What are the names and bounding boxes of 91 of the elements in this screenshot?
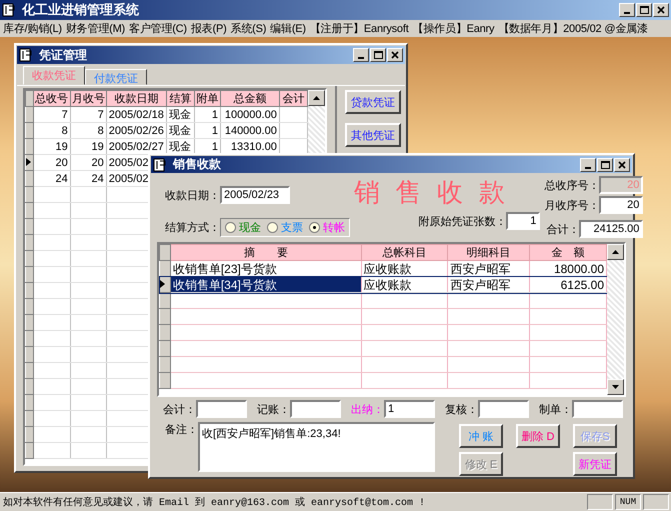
column-header[interactable]: 附单 bbox=[194, 90, 220, 106]
table-cell: 8 bbox=[70, 122, 106, 138]
session-info: 【操作员】Eanry bbox=[412, 22, 494, 36]
field-label: 复核： bbox=[445, 402, 478, 416]
table-cell: 2005/02/26 bbox=[106, 122, 167, 138]
menu-item[interactable]: 库存/购销(L) bbox=[3, 21, 62, 36]
table-cell: 应收账款 bbox=[361, 276, 448, 293]
table-cell: 现金 bbox=[166, 106, 194, 122]
menu-item[interactable]: 客户管理(C) bbox=[129, 21, 187, 36]
column-header[interactable]: 总金额 bbox=[220, 90, 280, 106]
field-label: 制单： bbox=[539, 402, 572, 416]
scroll-up-icon[interactable] bbox=[612, 250, 619, 254]
status-message: 如对本软件有任何意见或建议，请 Email 到 eanry@163.com 或 eanrysoft@tom.com ! bbox=[3, 496, 426, 509]
signature-field[interactable] bbox=[572, 400, 623, 418]
table-cell: 20 bbox=[33, 154, 70, 170]
field-label: 结算方式： bbox=[165, 220, 220, 236]
session-info: 【注册于】Eanrysoft bbox=[310, 22, 409, 36]
table-cell: 8 bbox=[33, 122, 70, 138]
table-cell: 24 bbox=[33, 170, 70, 186]
serial-field[interactable]: 20 bbox=[599, 196, 644, 214]
field-label: 收款日期： bbox=[165, 188, 220, 203]
field-label: 备注： bbox=[165, 422, 198, 437]
column-header[interactable]: 明细科目 bbox=[448, 244, 530, 261]
table-cell: 西安卢昭军 bbox=[448, 260, 530, 277]
field-label: 出纳： bbox=[351, 402, 384, 416]
table-cell: 7 bbox=[70, 106, 106, 122]
maximize-icon[interactable] bbox=[597, 158, 613, 172]
voucher-type-button[interactable]: 贷款凭证 bbox=[345, 90, 401, 114]
close-icon[interactable] bbox=[653, 3, 669, 17]
column-header[interactable]: 总收号 bbox=[33, 90, 70, 106]
session-info: 【数据年月】2005/02 @金属漆 bbox=[498, 22, 648, 36]
field-label: 附原始凭证张数： bbox=[418, 214, 506, 229]
app-title: 化工业进销管理系统 bbox=[22, 1, 140, 19]
table-cell: 24 bbox=[70, 170, 106, 186]
window-title: 销售收款 bbox=[173, 156, 222, 174]
column-header[interactable]: 摘 要 bbox=[170, 244, 362, 261]
table-cell: 1 bbox=[194, 106, 220, 122]
column-header[interactable]: 月收号 bbox=[70, 90, 106, 106]
notes-field[interactable]: 收[西安卢昭军]销售单:23,34! bbox=[198, 422, 435, 472]
scroll-down-icon[interactable] bbox=[612, 385, 619, 389]
table-cell: 20 bbox=[70, 154, 106, 170]
maximize-icon[interactable] bbox=[636, 3, 652, 17]
column-header[interactable]: 总帐科目 bbox=[361, 244, 448, 261]
close-icon[interactable] bbox=[387, 48, 403, 62]
table-cell: 西安卢昭军 bbox=[448, 276, 530, 293]
form-heading: 销售收款 bbox=[354, 178, 520, 208]
total-field[interactable]: 24125.00 bbox=[579, 220, 644, 238]
attachments-field[interactable]: 1 bbox=[506, 212, 540, 230]
field-label: 记账： bbox=[257, 402, 290, 416]
table-cell: 现金 bbox=[166, 122, 194, 138]
field-label: 总收序号： bbox=[544, 178, 600, 193]
status-panel: NUM bbox=[615, 494, 641, 510]
field-label: 会计： bbox=[163, 402, 196, 416]
field-label: 合计： bbox=[546, 222, 580, 237]
signature-field[interactable] bbox=[290, 400, 341, 418]
table-cell: 应收账款 bbox=[361, 260, 448, 277]
menu-item[interactable]: 报表(P) bbox=[190, 21, 227, 36]
column-header[interactable]: 会计 bbox=[279, 90, 308, 106]
menu-item[interactable]: 编辑(E) bbox=[270, 21, 306, 36]
table-cell: 2005/02/18 bbox=[106, 106, 167, 122]
menu-item[interactable]: 财务管理(M) bbox=[66, 21, 125, 36]
close-icon[interactable] bbox=[614, 158, 630, 172]
signature-field[interactable] bbox=[196, 400, 247, 418]
maximize-icon[interactable] bbox=[370, 48, 386, 62]
minimize-icon[interactable] bbox=[580, 158, 596, 172]
table-cell: 140000.00 bbox=[220, 122, 280, 138]
date-field[interactable]: 2005/02/23 bbox=[220, 186, 290, 204]
row-pointer-icon bbox=[26, 158, 31, 166]
signature-field[interactable] bbox=[478, 400, 529, 418]
menu-item[interactable]: 系统(S) bbox=[230, 21, 266, 36]
table-cell: 6125.00 bbox=[529, 276, 606, 293]
scroll-up-icon[interactable] bbox=[313, 96, 320, 100]
table-cell: 100000.00 bbox=[220, 106, 280, 122]
table-cell: 19 bbox=[33, 138, 70, 154]
minimize-icon[interactable] bbox=[619, 3, 635, 17]
voucher-type-button[interactable]: 其他凭证 bbox=[345, 123, 401, 147]
scrollbar[interactable] bbox=[607, 244, 624, 395]
minimize-icon[interactable] bbox=[353, 48, 369, 62]
table-cell: 1 bbox=[194, 122, 220, 138]
table-cell: 7 bbox=[33, 106, 70, 122]
window-title: 凭证管理 bbox=[39, 46, 88, 64]
column-header[interactable]: 收款日期 bbox=[106, 90, 167, 106]
row-pointer-icon bbox=[160, 280, 165, 288]
field-label: 月收序号： bbox=[544, 198, 600, 213]
table-cell: 收销售单[34]号货款 bbox=[170, 276, 362, 293]
status-panel bbox=[587, 494, 613, 510]
column-header[interactable]: 结算 bbox=[166, 90, 194, 106]
table-cell: 19 bbox=[70, 138, 106, 154]
column-header[interactable]: 金 额 bbox=[529, 244, 606, 261]
status-panel bbox=[643, 494, 669, 510]
signature-field[interactable]: 1 bbox=[384, 400, 435, 418]
